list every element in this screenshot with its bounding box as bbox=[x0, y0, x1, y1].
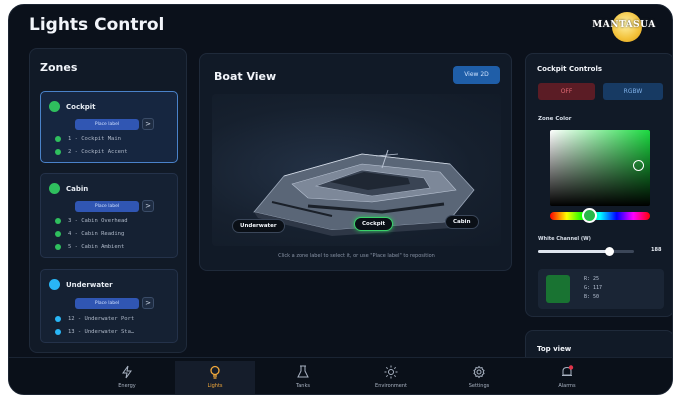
light-item[interactable]: 4 - Cabin Reading bbox=[55, 231, 124, 237]
zone-card-cabin[interactable]: Cabin Place label > 3 - Cabin Overhead 4… bbox=[40, 173, 178, 258]
light-status-dot bbox=[55, 244, 61, 250]
color-swatch bbox=[546, 275, 570, 303]
boat-3d-canvas[interactable]: Underwater Cockpit Cabin bbox=[212, 94, 501, 246]
place-label-button[interactable]: Place label bbox=[75, 298, 139, 309]
light-item[interactable]: 3 - Cabin Overhead bbox=[55, 218, 128, 224]
light-status-dot bbox=[55, 136, 61, 142]
light-label: 13 - Underwater Sta… bbox=[68, 329, 135, 335]
gear-icon bbox=[473, 365, 485, 379]
app-window: Lights Control MANTASUA Zones Cockpit Pl… bbox=[8, 4, 673, 395]
chevron-right-icon[interactable]: > bbox=[142, 297, 154, 309]
zones-title: Zones bbox=[40, 61, 78, 74]
light-label: 2 - Cockpit Accent bbox=[68, 149, 128, 155]
lightning-icon bbox=[122, 365, 132, 379]
zones-panel: Zones Cockpit Place label > 1 - Cockpit … bbox=[29, 48, 187, 353]
light-status-dot bbox=[55, 218, 61, 224]
boat-view-panel: Boat View View 2D Underwater Cockpit Cab… bbox=[199, 53, 512, 271]
white-channel-value: 188 bbox=[651, 247, 662, 253]
color-picker-cursor[interactable] bbox=[633, 160, 644, 171]
hue-slider-knob[interactable] bbox=[582, 208, 597, 223]
light-label: 1 - Cockpit Main bbox=[68, 136, 121, 142]
zone-name: Cockpit bbox=[66, 102, 96, 111]
nav-item-tanks[interactable]: Tanks bbox=[263, 361, 343, 394]
nav-label: Alarms bbox=[558, 383, 576, 389]
zone-tag-cockpit[interactable]: Cockpit bbox=[354, 217, 394, 231]
zone-name: Cabin bbox=[66, 184, 89, 193]
light-label: 12 - Underwater Port bbox=[68, 316, 135, 322]
light-status-dot bbox=[55, 329, 61, 335]
brand-logo: MANTASUA bbox=[584, 12, 664, 42]
white-channel-label: White Channel (W) bbox=[538, 236, 591, 242]
rgb-red-value: R: 25 bbox=[584, 276, 600, 282]
light-item[interactable]: 12 - Underwater Port bbox=[55, 316, 134, 322]
zone-tag-cabin[interactable]: Cabin bbox=[445, 215, 479, 229]
controls-title: Cockpit Controls bbox=[537, 65, 603, 73]
light-status-dot bbox=[55, 316, 61, 322]
light-item[interactable]: 5 - Cabin Ambient bbox=[55, 244, 124, 250]
white-channel-knob[interactable] bbox=[604, 247, 614, 256]
light-item[interactable]: 13 - Underwater Sta… bbox=[55, 329, 134, 335]
light-status-dot bbox=[55, 149, 61, 155]
rgb-green-value: G: 117 bbox=[584, 285, 603, 291]
controls-panel: Cockpit Controls OFF RGBW Zone Color Whi… bbox=[525, 53, 672, 317]
rgb-blue-value: B: 50 bbox=[584, 294, 600, 300]
nav-item-settings[interactable]: Settings bbox=[439, 361, 519, 394]
nav-label: Environment bbox=[375, 383, 407, 389]
nav-item-lights[interactable]: Lights bbox=[175, 361, 255, 394]
zone-color-label: Zone Color bbox=[538, 116, 572, 122]
white-channel-slider[interactable] bbox=[538, 247, 634, 256]
nav-item-energy[interactable]: Energy bbox=[87, 361, 167, 394]
view-2d-button[interactable]: View 2D bbox=[453, 66, 500, 84]
logo-text: MANTASUA bbox=[592, 20, 656, 30]
zone-name: Underwater bbox=[66, 280, 113, 289]
zone-card-cockpit[interactable]: Cockpit Place label > 1 - Cockpit Main 2… bbox=[40, 91, 178, 163]
zone-color-dot bbox=[49, 183, 60, 194]
rgbw-button[interactable]: RGBW bbox=[603, 83, 663, 100]
zone-tag-underwater[interactable]: Underwater bbox=[232, 219, 285, 233]
light-item[interactable]: 1 - Cockpit Main bbox=[55, 136, 121, 142]
bottom-nav: Energy Lights Tanks Environment Settings… bbox=[9, 357, 672, 394]
hue-slider[interactable] bbox=[550, 208, 650, 223]
flask-icon bbox=[297, 365, 309, 378]
alarm-badge bbox=[568, 365, 574, 370]
light-label: 3 - Cabin Overhead bbox=[68, 218, 128, 224]
nav-label: Energy bbox=[118, 383, 136, 389]
off-button[interactable]: OFF bbox=[538, 83, 595, 100]
chevron-right-icon[interactable]: > bbox=[142, 118, 154, 130]
white-channel-fill bbox=[538, 250, 609, 253]
place-label-button[interactable]: Place label bbox=[75, 201, 139, 212]
nav-label: Lights bbox=[207, 383, 223, 389]
light-label: 4 - Cabin Reading bbox=[68, 231, 125, 237]
nav-item-alarms[interactable]: Alarms bbox=[527, 361, 607, 394]
top-view-title: Top view bbox=[537, 345, 572, 353]
zone-color-dot bbox=[49, 101, 60, 112]
light-label: 5 - Cabin Ambient bbox=[68, 244, 125, 250]
nav-label: Settings bbox=[468, 383, 490, 389]
light-item[interactable]: 2 - Cockpit Accent bbox=[55, 149, 128, 155]
rgb-readout: R: 25 G: 117 B: 50 bbox=[538, 269, 664, 309]
zone-card-underwater[interactable]: Underwater Place label > 12 - Underwater… bbox=[40, 269, 178, 343]
sun-icon bbox=[384, 365, 398, 379]
page-title: Lights Control bbox=[29, 15, 165, 35]
color-picker-square[interactable] bbox=[550, 130, 650, 206]
boat-view-hint: Click a zone label to select it, or use … bbox=[278, 253, 435, 259]
zone-color-dot bbox=[49, 279, 60, 290]
boat-view-title: Boat View bbox=[214, 70, 277, 83]
nav-item-environment[interactable]: Environment bbox=[351, 361, 431, 394]
chevron-right-icon[interactable]: > bbox=[142, 200, 154, 212]
lightbulb-icon bbox=[210, 365, 220, 379]
bell-icon bbox=[562, 365, 574, 376]
nav-label: Tanks bbox=[296, 383, 310, 389]
place-label-button[interactable]: Place label bbox=[75, 119, 139, 130]
light-status-dot bbox=[55, 231, 61, 237]
